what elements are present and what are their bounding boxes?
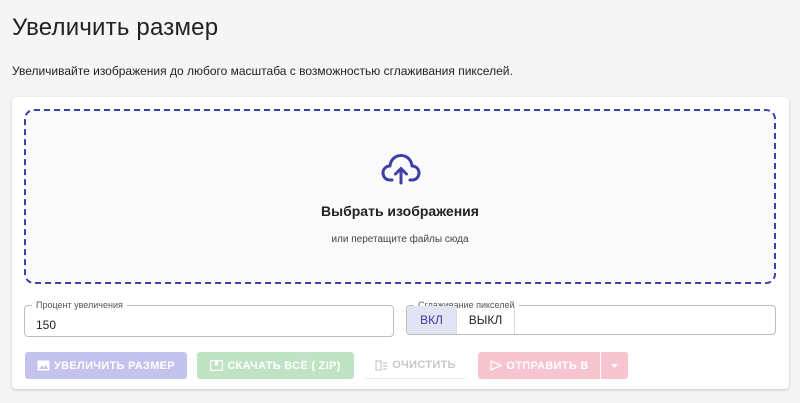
image-icon <box>37 360 50 371</box>
smoothing-off-toggle[interactable]: ВЫКЛ <box>457 306 515 334</box>
dropzone-title[interactable]: Выбрать изображения <box>26 203 774 219</box>
delete-icon <box>375 359 388 371</box>
upscale-card: Выбрать изображения или перетащите файлы… <box>12 97 789 389</box>
send-to-button-label: ОТПРАВИТЬ В <box>506 359 589 372</box>
send-icon <box>490 360 503 371</box>
page-title: Увеличить размер <box>12 14 219 41</box>
send-to-menu-button[interactable] <box>601 352 628 379</box>
dropzone-hint: или перетащите файлы сюда <box>331 234 469 245</box>
send-to-button[interactable]: ОТПРАВИТЬ В <box>478 352 600 379</box>
archive-icon <box>210 360 224 371</box>
smoothing-on-toggle[interactable]: ВКЛ <box>407 306 457 334</box>
clear-button-label: ОЧИСТИТЬ <box>392 359 456 371</box>
clear-button[interactable]: ОЧИСТИТЬ <box>364 352 467 379</box>
upscale-button[interactable]: УВЕЛИЧИТЬ РАЗМЕР <box>25 352 187 379</box>
cloud-upload-icon <box>381 154 421 185</box>
page-subtitle: Увеличивайте изображения до любого масшт… <box>12 64 513 78</box>
download-zip-button[interactable]: СКАЧАТЬ ВСЁ ( ZIP) <box>197 352 354 379</box>
file-dropzone[interactable]: Выбрать изображения или перетащите файлы… <box>24 109 776 284</box>
chevron-down-icon <box>611 363 618 368</box>
scale-percent-input[interactable] <box>25 306 393 336</box>
download-zip-button-label: СКАЧАТЬ ВСЁ ( ZIP) <box>227 359 341 372</box>
pixel-smoothing-field: Сглаживание пикселей ВКЛ ВЫКЛ <box>406 299 776 335</box>
scale-percent-field: Процент увеличения <box>24 299 394 337</box>
upscale-button-label: УВЕЛИЧИТЬ РАЗМЕР <box>54 359 175 372</box>
